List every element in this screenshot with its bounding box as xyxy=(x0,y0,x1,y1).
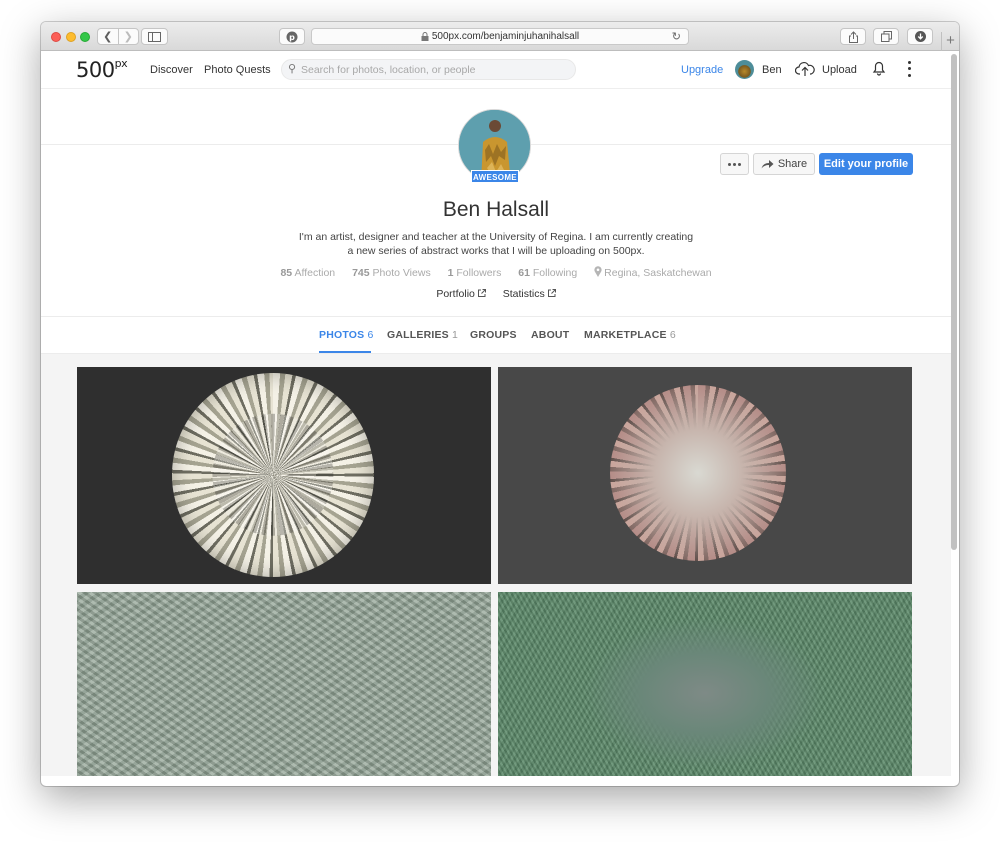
profile-bio: I'm an artist, designer and teacher at t… xyxy=(298,231,694,257)
share-icon xyxy=(848,30,858,43)
lock-icon xyxy=(421,32,429,41)
reload-icon[interactable]: ↻ xyxy=(672,30,681,43)
stat-photo-views: 745 Photo Views xyxy=(352,267,431,279)
upgrade-link[interactable]: Upgrade xyxy=(681,64,723,76)
photo-thumbnail[interactable] xyxy=(77,592,491,776)
pinterest-icon: p xyxy=(286,31,298,42)
photo-thumbnail[interactable] xyxy=(498,367,912,584)
upload-link[interactable]: Upload xyxy=(822,64,857,76)
page-scrollbar[interactable] xyxy=(951,52,958,776)
tab-about[interactable]: ABOUT xyxy=(531,329,569,341)
history-nav: ❮ ❯ xyxy=(97,28,139,45)
search-input[interactable]: ⚲ Search for photos, location, or people xyxy=(281,59,576,80)
external-link-icon xyxy=(477,289,486,297)
title-bar: ❮ ❯ p 500px.com/benjaminjuhanihalsall ↻ … xyxy=(41,22,959,51)
share-arrow-icon xyxy=(761,160,774,169)
tab-marketplace[interactable]: MARKETPLACE 6 xyxy=(584,329,676,341)
profile-name: Ben Halsall xyxy=(442,198,550,221)
portfolio-link[interactable]: Portfolio xyxy=(436,288,486,300)
pinterest-button[interactable]: p xyxy=(279,28,305,45)
sidebar-toggle-button[interactable] xyxy=(141,28,168,45)
maximize-window-button[interactable] xyxy=(80,32,90,42)
new-tab-button[interactable]: + xyxy=(941,32,959,51)
profile-links: Portfolio Statistics xyxy=(41,288,951,300)
search-placeholder: Search for photos, location, or people xyxy=(301,63,476,76)
address-bar[interactable]: 500px.com/benjaminjuhanihalsall ↻ xyxy=(311,28,689,45)
browser-share-button[interactable] xyxy=(840,28,866,45)
more-menu-icon[interactable] xyxy=(905,59,913,79)
profile-tabs: PHOTOS 6 GALLERIES 1 GROUPS ABOUT MARKET… xyxy=(41,316,951,354)
tab-photos[interactable]: PHOTOS 6 xyxy=(319,329,374,341)
photo-image xyxy=(610,385,786,561)
back-icon[interactable]: ❮ xyxy=(98,30,118,43)
search-icon: ⚲ xyxy=(288,63,297,75)
forward-icon[interactable]: ❯ xyxy=(118,30,138,43)
download-icon xyxy=(914,31,926,42)
profile-share-button[interactable]: Share xyxy=(753,153,815,175)
site-logo[interactable]: 500px xyxy=(76,57,128,82)
photo-image xyxy=(172,373,374,577)
photo-thumbnail[interactable] xyxy=(498,592,912,776)
show-tabs-button[interactable] xyxy=(873,28,899,45)
location-pin-icon xyxy=(594,266,602,277)
upload-icon[interactable] xyxy=(795,60,815,78)
profile-more-button[interactable] xyxy=(720,153,749,175)
profile-stats: 85 Affection 745 Photo Views 1 Followers… xyxy=(41,266,951,279)
stat-following[interactable]: 61 Following xyxy=(518,267,577,279)
url-text: 500px.com/benjaminjuhanihalsall xyxy=(431,31,580,42)
site-header: 500px Discover Photo Quests ⚲ Search for… xyxy=(41,51,951,89)
tab-groups[interactable]: GROUPS xyxy=(470,329,517,341)
user-name-link[interactable]: Ben xyxy=(762,64,782,76)
downloads-button[interactable] xyxy=(907,28,933,45)
stat-affection: 85 Affection xyxy=(280,267,336,279)
active-tab-indicator xyxy=(319,351,371,353)
sidebar-icon xyxy=(148,31,161,42)
minimize-window-button[interactable] xyxy=(66,32,76,42)
nav-discover[interactable]: Discover xyxy=(150,64,193,76)
tabs-icon xyxy=(880,31,892,42)
photo-thumbnail[interactable] xyxy=(77,367,491,584)
edit-profile-button[interactable]: Edit your profile xyxy=(819,153,913,175)
stat-followers[interactable]: 1 Followers xyxy=(448,267,502,279)
user-avatar[interactable] xyxy=(735,60,754,79)
browser-window: ❮ ❯ p 500px.com/benjaminjuhanihalsall ↻ … xyxy=(41,22,959,786)
tab-galleries[interactable]: GALLERIES 1 xyxy=(387,329,458,341)
statistics-link[interactable]: Statistics xyxy=(503,288,556,300)
share-label: Share xyxy=(777,158,808,170)
svg-text:p: p xyxy=(289,33,295,42)
awesome-badge: AWESOME xyxy=(471,170,519,183)
close-window-button[interactable] xyxy=(51,32,61,42)
profile-location: Regina, Saskatchewan xyxy=(594,266,712,279)
notifications-bell-icon[interactable] xyxy=(872,60,886,76)
external-link-icon xyxy=(547,289,556,297)
nav-photo-quests[interactable]: Photo Quests xyxy=(204,64,271,76)
scrollbar-thumb[interactable] xyxy=(951,54,957,550)
